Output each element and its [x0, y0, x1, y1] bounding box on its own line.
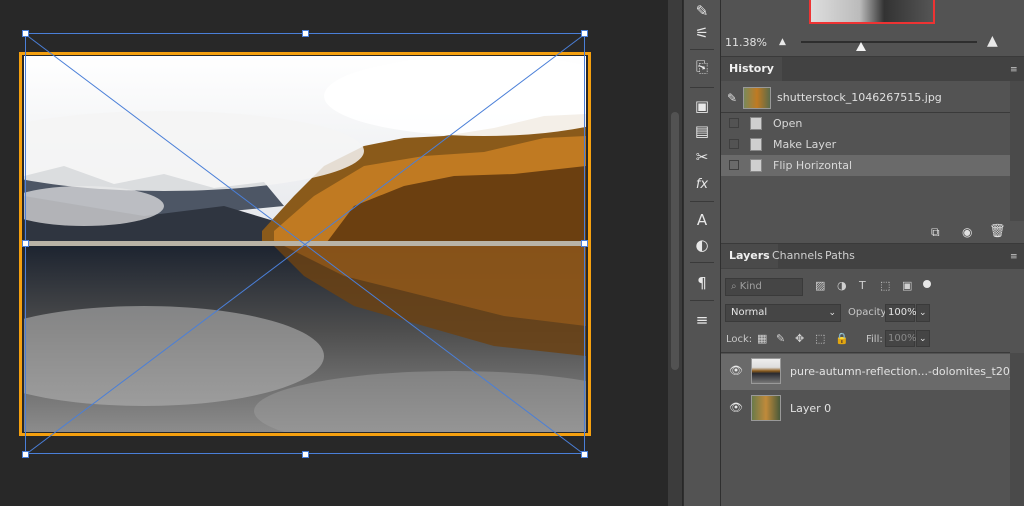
filter-shape-icon[interactable]: ⬚: [880, 279, 890, 292]
filter-type-icon[interactable]: T: [859, 279, 866, 292]
layer-thumbnail: [751, 395, 781, 421]
navigator-zoom-slider[interactable]: [801, 41, 977, 43]
layer-name[interactable]: Layer 0: [790, 391, 831, 427]
layers-tabbar: Layers Channels Paths ≡: [721, 244, 1024, 269]
blend-mode-value: Normal: [731, 307, 768, 318]
fill-label: Fill:: [866, 334, 883, 345]
chevron-down-icon: ⌄: [828, 308, 836, 318]
adjustments-icon[interactable]: ✂: [684, 146, 720, 168]
layer-row-layer-0[interactable]: 👁 Layer 0: [721, 391, 1010, 427]
transform-handle-bottom[interactable]: [302, 451, 309, 458]
filter-smart-object-icon[interactable]: ▣: [902, 279, 912, 292]
lock-position-icon[interactable]: ✥: [795, 332, 804, 345]
history-checkbox[interactable]: [729, 139, 739, 149]
brush-settings-icon[interactable]: ✎: [684, 0, 720, 22]
lock-image-icon[interactable]: ✎: [776, 332, 785, 345]
panel-icon-strip: ✎ ⚟ ⎘ ▣ ▤ ✂ fx A ◐ ¶ ≡: [683, 0, 721, 506]
search-icon: ⌕: [731, 281, 737, 292]
lock-label: Lock:: [726, 334, 753, 345]
opacity-label: Opacity:: [848, 307, 890, 318]
history-item-open[interactable]: Open: [721, 113, 1010, 134]
new-document-from-state-icon[interactable]: ⧉: [931, 225, 940, 240]
history-item-label: Open: [773, 117, 803, 130]
eye-icon[interactable]: 👁: [729, 365, 743, 376]
free-transform-box[interactable]: [25, 33, 585, 454]
glyphs-icon[interactable]: ≡: [684, 309, 720, 331]
layer-filter-kind-select[interactable]: ⌕ Kind: [725, 278, 803, 296]
tab-history[interactable]: History: [721, 57, 782, 81]
snapshot-thumbnail: [743, 87, 771, 109]
canvas-scrollbar-thumb[interactable]: [671, 112, 679, 370]
fill-chevron-icon[interactable]: ⌄: [916, 330, 930, 347]
fill-input[interactable]: 100%: [885, 330, 917, 347]
history-scrollbar[interactable]: [1010, 81, 1024, 221]
trash-icon[interactable]: 🗑: [989, 224, 1006, 239]
history-item-make-layer[interactable]: Make Layer: [721, 134, 1010, 155]
history-brush-source-icon[interactable]: ✎: [727, 91, 737, 105]
notes-icon[interactable]: ▤: [684, 120, 720, 142]
filter-adjustment-icon[interactable]: ◑: [837, 279, 847, 292]
history-tabbar: History ≡: [721, 57, 1024, 81]
transform-handle-bottom-left[interactable]: [22, 451, 29, 458]
paragraph-icon[interactable]: ¶: [684, 272, 720, 294]
lock-all-icon[interactable]: 🔒: [835, 332, 849, 345]
filter-toggle-icon[interactable]: [923, 280, 931, 288]
history-document-icon: [750, 117, 762, 130]
transform-handle-top[interactable]: [302, 30, 309, 37]
layer-filter-kind-label: Kind: [739, 281, 762, 292]
history-checkbox[interactable]: [729, 118, 739, 128]
history-panel-menu-icon[interactable]: ≡: [1010, 65, 1020, 75]
document-canvas[interactable]: [0, 0, 668, 506]
history-document-icon: [750, 138, 762, 151]
eye-icon[interactable]: 👁: [729, 402, 743, 413]
transform-handle-right[interactable]: [581, 240, 588, 247]
clone-source-icon[interactable]: ⎘: [684, 56, 720, 78]
history-item-flip-horizontal[interactable]: Flip Horizontal: [721, 155, 1010, 176]
layers-scrollbar[interactable]: [1010, 353, 1024, 506]
navigator-zoom-slider-thumb[interactable]: [855, 42, 866, 51]
history-item-label: Flip Horizontal: [773, 159, 853, 172]
snapshot-name: shutterstock_1046267515.jpg: [777, 91, 942, 104]
transform-handle-top-right[interactable]: [581, 30, 588, 37]
lock-transparent-icon[interactable]: ▦: [757, 332, 767, 345]
tab-paths[interactable]: Paths: [817, 244, 863, 268]
transform-handle-top-left[interactable]: [22, 30, 29, 37]
navigator-zoom-value[interactable]: 11.38%: [725, 36, 767, 49]
history-item-label: Make Layer: [773, 138, 837, 151]
transform-handle-left[interactable]: [22, 240, 29, 247]
opacity-chevron-icon[interactable]: ⌄: [916, 304, 930, 322]
opacity-input[interactable]: 100%: [885, 304, 917, 322]
character-icon[interactable]: A: [684, 209, 720, 231]
transform-handle-bottom-right[interactable]: [581, 451, 588, 458]
properties-icon[interactable]: ▣: [684, 95, 720, 117]
filter-pixel-icon[interactable]: ▨: [815, 279, 825, 292]
lock-artboard-icon[interactable]: ⬚: [815, 332, 825, 345]
layer-row-photo[interactable]: 👁 pure-autumn-reflection...-dolomites_t2…: [721, 354, 1024, 390]
layers-panel-menu-icon[interactable]: ≡: [1010, 252, 1020, 262]
styles-icon[interactable]: fx: [684, 174, 720, 196]
brushes-icon[interactable]: ⚟: [684, 22, 720, 44]
layer-thumbnail: [751, 358, 781, 384]
history-checkbox[interactable]: [729, 160, 739, 170]
history-document-icon: [750, 159, 762, 172]
right-panels: 11.38% ▲ ▲ History ≡ ✎ shutterstock_1046…: [721, 0, 1024, 506]
history-snapshot[interactable]: ✎ shutterstock_1046267515.jpg: [721, 84, 1010, 112]
swatches-icon[interactable]: ◐: [684, 234, 720, 256]
blend-mode-select[interactable]: Normal ⌄: [725, 304, 841, 322]
layer-name[interactable]: pure-autumn-reflection...-dolomites_t20_…: [790, 354, 1024, 390]
camera-icon[interactable]: ◉: [962, 225, 972, 239]
zoom-out-icon[interactable]: ▲: [779, 37, 786, 47]
navigator-preview[interactable]: [809, 0, 935, 24]
zoom-in-icon[interactable]: ▲: [987, 33, 998, 49]
